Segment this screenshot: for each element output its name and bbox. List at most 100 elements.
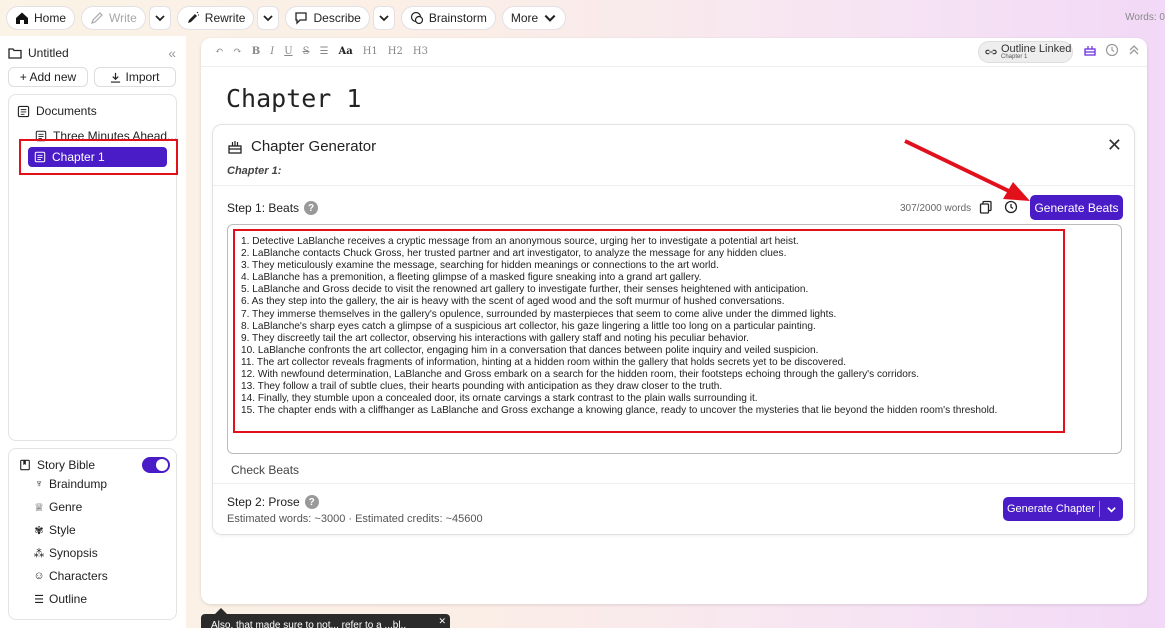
beat-line: 14. Finally, they stumble upon a conceal… [241,393,758,405]
story-bible-item-style[interactable]: ✾ Style [33,523,76,537]
story-bible-item-characters[interactable]: ☺ Characters [33,569,107,583]
story-bible-toggle[interactable] [142,457,170,473]
describe-button[interactable]: Describe [285,6,370,30]
annotation-highlight-sidebar [19,139,178,175]
download-icon [111,72,121,83]
card-divider [213,185,1134,186]
italic-icon[interactable]: I [270,46,274,57]
document-title[interactable]: Untitled [28,46,69,60]
story-bible-item-synopsis[interactable]: ⁂ Synopsis [33,546,98,560]
story-bible-item-label: Style [49,523,76,537]
story-bible-header: Story Bible [19,458,95,472]
chapter-generator-subtitle: Chapter 1: [227,165,282,177]
rewrite-dropdown[interactable] [257,6,280,30]
step2-header: Step 2: Prose ? [227,495,319,509]
history-icon[interactable] [1105,43,1119,57]
documents-header: Documents [17,104,97,118]
bullet-list-icon[interactable]: ☰ [319,46,328,57]
step1-header: Step 1: Beats ? [227,201,319,215]
sidebar: Untitled « + Add new Import Documents Th… [0,36,186,628]
beat-line: 10. LaBlanche confronts the art collecto… [241,344,819,356]
more-button[interactable]: More [501,6,567,30]
rewrite-button[interactable]: Rewrite [176,6,255,30]
rewrite-label: Rewrite [204,11,246,25]
estimate-text: Estimated words: ~3000 · Estimated credi… [227,513,483,525]
synopsis-icon: ⁂ [33,547,45,560]
generate-chapter-label: Generate Chapter [1006,503,1096,515]
card-divider [213,483,1134,484]
write-label: Write [109,11,137,25]
home-label: Home [34,11,67,25]
collapse-up-icon[interactable] [1127,43,1141,57]
style-icon: ✾ [34,524,44,537]
check-beats-button[interactable]: Check Beats [231,463,299,477]
write-button[interactable]: Write [81,6,146,30]
beats-textarea[interactable]: 1. Detective LaBlanche receives a crypti… [227,224,1122,454]
underline-icon[interactable]: U [284,46,292,57]
undo-icon[interactable]: ↶ [215,46,223,57]
editor-panel: ↶ ↷ B I U S ☰ Aa H1 H2 H3 Outline Linked… [201,38,1147,604]
beat-line: 4. LaBlanche has a premonition, a fleeti… [241,272,702,284]
describe-dropdown[interactable] [372,6,395,30]
story-bible-item-outline[interactable]: ☰ Outline [33,592,87,606]
brainstorm-label: Brainstorm [428,11,487,25]
import-button[interactable]: Import [94,67,176,87]
more-label: More [510,11,539,25]
beat-line: 12. With newfound determination, LaBlanc… [241,369,920,381]
beat-line: 7. They immerse themselves in the galler… [241,308,837,320]
beat-line: 9. They discreetly tail the art collecto… [241,332,749,344]
heading2-icon[interactable]: H2 [388,46,403,57]
beat-line: 1. Detective LaBlanche receives a crypti… [241,236,799,247]
beats-word-count: 307/2000 words [900,203,972,214]
describe-group: Describe [285,6,395,30]
generate-chapter-button[interactable]: Generate Chapter [1003,497,1123,521]
chevron-down-icon [263,15,274,22]
user-icon: ☺ [33,570,45,582]
outline-linked-label: Outline Linked [1001,42,1072,55]
sidebar-actions: + Add new Import [8,67,176,87]
chevron-down-icon [155,15,165,22]
home-icon [16,12,28,24]
help-icon[interactable]: ? [304,495,319,509]
write-dropdown[interactable] [148,6,171,30]
heading1-icon[interactable]: H1 [363,46,378,57]
top-toolbar: Home Write Rewrite Describe Brainstorm M… [0,0,1165,36]
copy-icon[interactable] [979,200,993,214]
generate-beats-button[interactable]: Generate Beats [1030,195,1123,220]
document-header: Untitled « [8,44,178,62]
outline-linked-badge[interactable]: Outline Linked Chapter 1 [978,41,1073,63]
describe-label: Describe [313,11,361,25]
book-icon [20,459,30,471]
pen-icon [91,12,103,24]
generate-chapter-dropdown[interactable] [1100,504,1123,515]
annotation-highlight-beats: 1. Detective LaBlanche receives a crypti… [233,229,1065,433]
font-size-icon[interactable]: Aa [338,46,352,57]
chapter-generator-title: Chapter Generator [251,138,377,155]
list-icon: ☰ [34,593,44,606]
brain-icon: ♆ [34,478,44,490]
add-new-button[interactable]: + Add new [8,67,88,87]
home-button[interactable]: Home [6,6,76,30]
history-icon[interactable] [1004,200,1018,214]
help-icon[interactable]: ? [304,201,319,215]
bold-icon[interactable]: B [252,46,260,57]
strikethrough-icon[interactable]: S [303,46,310,57]
close-icon[interactable]: ✕ [438,616,446,627]
chapter-title[interactable]: Chapter 1 [226,84,361,113]
beat-line: 11. The art collector reveals fragments … [241,356,847,368]
outline-linked-chapter: Chapter 1 [1001,53,1028,60]
toolbar-divider [201,66,1147,67]
cake-icon[interactable] [1083,43,1097,57]
collapse-sidebar-icon[interactable]: « [168,45,176,61]
link-icon [985,49,997,55]
story-bible-item-label: Braindump [49,477,108,491]
redo-icon[interactable]: ↷ [233,46,241,57]
story-bible-item-genre[interactable]: ♕ Genre [33,500,82,514]
story-bible-item-braindump[interactable]: ♆ Braindump [33,477,107,491]
heading3-icon[interactable]: H3 [413,46,428,57]
write-group: Write [81,6,171,30]
brainstorm-button[interactable]: Brainstorm [400,6,496,30]
close-icon[interactable]: ✕ [1107,135,1122,156]
chapter-generator-card: Chapter Generator Chapter 1: ✕ Step 1: B… [212,124,1135,535]
chevron-down-icon [379,15,389,22]
